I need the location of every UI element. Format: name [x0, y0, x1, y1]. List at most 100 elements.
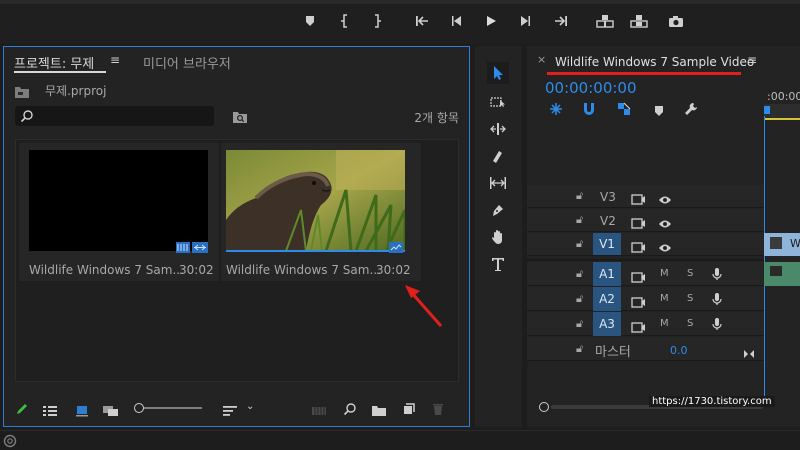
- nest-icon[interactable]: [549, 101, 563, 120]
- track-header-a2[interactable]: 🔓︎ A2 M S: [527, 287, 764, 311]
- hand-tool-icon[interactable]: [487, 226, 509, 248]
- linked-selection-icon[interactable]: [617, 101, 631, 120]
- zoom-slider-handle[interactable]: [134, 403, 144, 413]
- eye-icon[interactable]: [658, 214, 672, 233]
- microphone-icon[interactable]: [712, 266, 722, 285]
- step-forward-icon[interactable]: [516, 12, 534, 30]
- project-bin-icon: [14, 84, 30, 103]
- in-point-icon[interactable]: [336, 12, 354, 30]
- track-label: V3: [600, 190, 616, 204]
- track-header-v1[interactable]: 🔓︎ V1: [527, 233, 764, 256]
- add-marker-icon[interactable]: [654, 102, 664, 121]
- scrollbar-handle-left[interactable]: [539, 402, 549, 412]
- search-input[interactable]: [15, 106, 214, 126]
- sync-lock-icon[interactable]: [631, 318, 645, 337]
- zoom-slider-track: [144, 407, 202, 409]
- go-to-end-icon[interactable]: [743, 344, 755, 363]
- track-header-v2[interactable]: 🔓︎ V2: [527, 209, 764, 232]
- new-search-bin-icon[interactable]: [232, 109, 248, 128]
- mute-button[interactable]: M: [660, 268, 669, 279]
- selection-tool-icon[interactable]: [487, 62, 509, 84]
- razor-tool-icon[interactable]: [487, 145, 509, 167]
- freeform-view-icon[interactable]: [102, 402, 122, 421]
- mute-button[interactable]: M: [660, 318, 669, 329]
- eye-icon[interactable]: [658, 190, 672, 209]
- tab-project[interactable]: 프로젝트: 무제: [14, 53, 94, 72]
- new-item-icon[interactable]: [402, 401, 416, 420]
- video-clip[interactable]: W: [764, 233, 800, 256]
- track-label-target[interactable]: A1: [593, 262, 621, 286]
- lock-icon[interactable]: 🔓︎: [576, 292, 583, 306]
- tab-media-browser[interactable]: 미디어 브라우저: [143, 53, 231, 72]
- lock-icon[interactable]: 🔓︎: [576, 189, 583, 203]
- sync-lock-icon[interactable]: [631, 214, 645, 233]
- solo-button[interactable]: S: [687, 318, 693, 329]
- scrub-bar[interactable]: [0, 0, 800, 4]
- solo-button[interactable]: S: [687, 268, 693, 279]
- write-on-icon[interactable]: [15, 401, 29, 420]
- clip-card[interactable]: Wildlife Windows 7 Sam... 30:02: [221, 143, 421, 281]
- chevron-down-icon[interactable]: ⌄: [246, 401, 254, 412]
- slip-tool-icon[interactable]: [487, 172, 509, 194]
- overwrite-icon[interactable]: [628, 12, 650, 30]
- sort-icon[interactable]: [222, 402, 238, 421]
- track-header-v3[interactable]: 🔓︎ V3: [527, 185, 764, 208]
- audio-clip[interactable]: [764, 262, 800, 286]
- zoom-slider[interactable]: [134, 403, 204, 413]
- insert-icon[interactable]: [594, 12, 616, 30]
- pen-tool-icon[interactable]: [487, 199, 509, 221]
- find-icon[interactable]: [343, 401, 357, 420]
- track-divider[interactable]: [527, 259, 764, 261]
- play-icon[interactable]: [482, 12, 500, 30]
- clip-card[interactable]: Wildlife Windows 7 Sam... 30:02: [19, 143, 219, 281]
- timeline-panel: × Wildlife Windows 7 Sample Video ≡ 00:0…: [527, 46, 800, 427]
- microphone-icon[interactable]: [712, 316, 722, 335]
- go-to-out-icon[interactable]: [552, 12, 570, 30]
- timecode[interactable]: 00:00:00:00: [545, 79, 637, 97]
- export-frame-icon[interactable]: [666, 12, 686, 30]
- close-icon[interactable]: ×: [537, 53, 546, 66]
- solo-button[interactable]: S: [687, 293, 693, 304]
- creative-cloud-icon[interactable]: [3, 433, 17, 450]
- sync-lock-icon[interactable]: [631, 190, 645, 209]
- type-tool-icon[interactable]: [487, 253, 509, 275]
- panel-menu-icon[interactable]: ≡: [747, 53, 757, 67]
- list-view-icon[interactable]: [42, 402, 58, 421]
- step-back-icon[interactable]: [448, 12, 466, 30]
- sync-lock-icon[interactable]: [631, 268, 645, 287]
- sequence-title[interactable]: Wildlife Windows 7 Sample Video: [555, 55, 754, 69]
- microphone-icon[interactable]: [712, 291, 722, 310]
- lock-icon[interactable]: 🔓︎: [576, 267, 583, 281]
- lock-icon[interactable]: 🔓︎: [576, 237, 583, 251]
- track-header-a1[interactable]: 🔓︎ A1 M S: [527, 262, 764, 286]
- go-to-in-icon[interactable]: [413, 12, 431, 30]
- master-volume-value[interactable]: 0.0: [670, 344, 688, 357]
- clip-thumbnail: [226, 150, 405, 251]
- watermark-text: https://1730.tistory.com: [649, 396, 775, 407]
- track-label-target[interactable]: A2: [593, 287, 621, 311]
- lock-icon[interactable]: 🔓︎: [576, 213, 583, 227]
- track-select-tool-icon[interactable]: [487, 91, 509, 113]
- lock-icon[interactable]: 🔓︎: [576, 317, 583, 331]
- eye-icon[interactable]: [658, 238, 672, 257]
- ripple-edit-tool-icon[interactable]: [487, 118, 509, 140]
- sync-lock-icon[interactable]: [631, 238, 645, 257]
- track-label-target[interactable]: A3: [593, 312, 621, 336]
- track-header-a3[interactable]: 🔓︎ A3 M S: [527, 312, 764, 336]
- mute-button[interactable]: M: [660, 293, 669, 304]
- track-header-master[interactable]: 🔓︎ 마스터 0.0: [527, 337, 764, 361]
- wrench-icon[interactable]: [684, 101, 698, 120]
- lock-icon[interactable]: 🔓︎: [576, 342, 583, 356]
- clip-fx-badge: [770, 237, 782, 249]
- out-point-icon[interactable]: [368, 12, 386, 30]
- panel-menu-icon[interactable]: ≡: [110, 53, 120, 67]
- new-bin-icon[interactable]: [371, 402, 387, 421]
- playhead[interactable]: [764, 106, 770, 114]
- sync-lock-icon[interactable]: [631, 293, 645, 312]
- track-label-target[interactable]: V1: [593, 233, 621, 255]
- clip-duration: 30:02: [376, 263, 411, 277]
- icon-view-icon[interactable]: [75, 402, 89, 421]
- snap-icon[interactable]: [582, 101, 596, 120]
- marker-icon[interactable]: [301, 12, 319, 30]
- search-icon: [20, 110, 33, 123]
